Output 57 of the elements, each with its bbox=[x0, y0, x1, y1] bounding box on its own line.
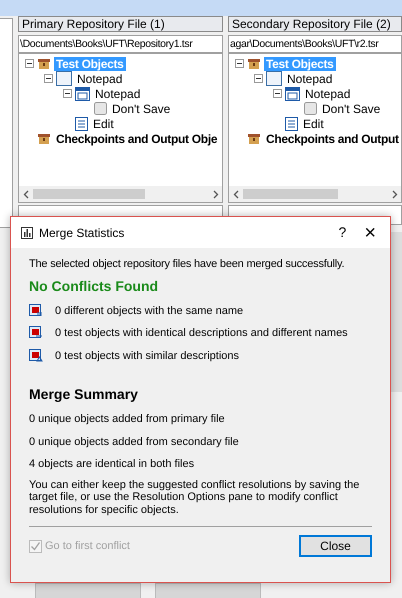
collapse-icon[interactable] bbox=[254, 74, 263, 83]
tree-item[interactable]: Notepad bbox=[285, 72, 334, 86]
dialog-icon bbox=[75, 86, 90, 100]
window-icon bbox=[56, 71, 72, 86]
tree-item[interactable]: Don't Save bbox=[320, 102, 382, 116]
section-heading: Merge Summary bbox=[29, 385, 139, 404]
window-title: Merge Statistics bbox=[39, 224, 124, 242]
tree-item[interactable]: Don't Save bbox=[110, 102, 172, 116]
scroll-left-icon[interactable] bbox=[23, 190, 29, 198]
tree-item[interactable]: Edit bbox=[91, 116, 116, 130]
summary-text: 0 unique objects added from secondary file bbox=[29, 434, 240, 450]
scroll-right-icon[interactable] bbox=[213, 190, 219, 198]
object-icon bbox=[29, 304, 43, 318]
path-field[interactable]: agar\Documents\Books\UFT\r2.tsr bbox=[228, 35, 402, 53]
panel-header: Secondary Repository File (2) bbox=[228, 16, 402, 32]
collapse-icon[interactable] bbox=[63, 89, 72, 98]
collapse-icon[interactable] bbox=[273, 89, 282, 98]
collapse-icon[interactable] bbox=[44, 74, 53, 83]
dialog-icon bbox=[285, 86, 300, 100]
bar-chart-icon bbox=[21, 226, 33, 238]
scroll-left-icon[interactable] bbox=[233, 190, 239, 198]
object-icon bbox=[29, 348, 43, 363]
status-heading: No Conflicts Found bbox=[29, 276, 160, 296]
chest-icon bbox=[247, 58, 261, 70]
stat-text: 0 different objects with the same name bbox=[55, 304, 244, 318]
checkbox-label: Go to first conflict bbox=[45, 539, 130, 554]
summary-text: 4 objects are identical in both files bbox=[29, 457, 196, 472]
button-icon bbox=[304, 102, 317, 115]
tree-item[interactable]: Checkpoints and Output Obje bbox=[54, 132, 220, 146]
close-button[interactable]: × bbox=[364, 222, 376, 242]
tree-item[interactable]: Edit bbox=[301, 116, 326, 130]
panel-header: Primary Repository File (1) bbox=[18, 16, 223, 32]
chest-icon bbox=[37, 132, 51, 144]
summary-text: 0 unique objects added from primary file bbox=[29, 412, 226, 427]
tree-item[interactable]: Notepad bbox=[75, 72, 124, 86]
button-icon bbox=[94, 102, 107, 115]
chest-icon bbox=[37, 58, 51, 70]
collapse-icon[interactable] bbox=[235, 59, 244, 68]
chest-icon bbox=[247, 132, 261, 144]
horizontal-scrollbar[interactable] bbox=[19, 186, 222, 202]
tree-item[interactable]: Notepad bbox=[303, 86, 352, 100]
collapse-icon[interactable] bbox=[25, 59, 34, 68]
scroll-right-icon[interactable] bbox=[392, 190, 398, 198]
path-field[interactable]: \Documents\Books\UFT\Repository1.tsr bbox=[18, 35, 223, 53]
tree-item[interactable]: Notepad bbox=[93, 86, 142, 100]
stat-text: 0 test objects with identical descriptions and different names bbox=[55, 326, 348, 341]
tree-item[interactable]: Checkpoints and Output bbox=[264, 132, 401, 146]
note-text: You can either keep the suggested conflict resolutions by saving the target file, or use the Resolution Options pane to modify conflict resolutions for specific objects. bbox=[29, 478, 360, 516]
window-icon bbox=[266, 71, 282, 86]
stat-text: 0 test objects with similar descriptions bbox=[55, 348, 240, 364]
close-button[interactable]: Close bbox=[299, 535, 372, 558]
horizontal-scrollbar[interactable] bbox=[229, 186, 401, 202]
text-field-icon bbox=[285, 116, 298, 130]
object-icon bbox=[29, 326, 43, 340]
message-text: The selected object repository files have been merged successfully. bbox=[29, 257, 346, 272]
help-button[interactable]: ? bbox=[338, 222, 346, 243]
text-field-icon bbox=[75, 116, 88, 130]
